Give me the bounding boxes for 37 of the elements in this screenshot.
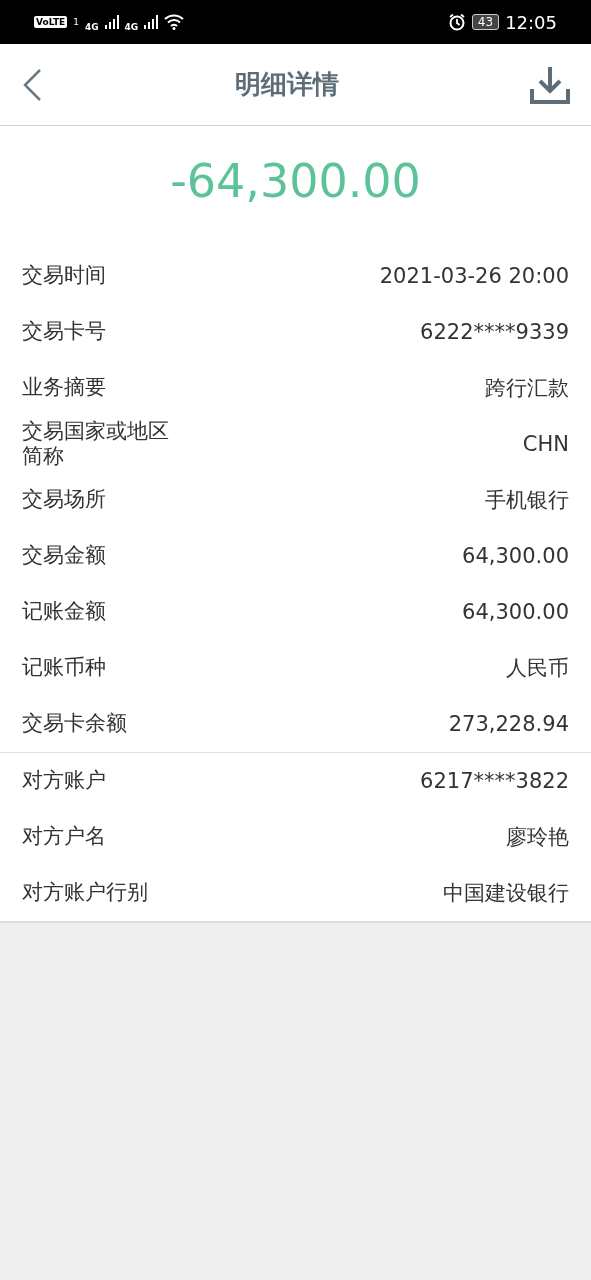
volte-indicator: VoLTE xyxy=(34,16,68,28)
wifi-icon xyxy=(164,14,185,30)
field-value: 2021-03-26 20:00 xyxy=(379,264,569,288)
field-value: 廖玲艳 xyxy=(506,824,569,851)
field-value: 64,300.00 xyxy=(462,600,569,624)
network-type: 4G xyxy=(84,22,99,32)
field-value: 273,228.94 xyxy=(448,712,569,736)
field-label: 交易国家或地区简称 xyxy=(22,418,170,470)
signal-icon xyxy=(104,15,119,29)
sim-number: 1 xyxy=(73,17,79,27)
field-label: 交易金额 xyxy=(22,543,107,569)
signal-icon xyxy=(144,15,159,29)
field-value: 跨行汇款 xyxy=(485,375,569,402)
field-value: 6222****9339 xyxy=(420,320,569,344)
field-value: 手机银行 xyxy=(485,487,569,514)
field-label: 交易场所 xyxy=(22,487,107,513)
network-type: 4G xyxy=(124,22,139,32)
field-label: 记账币种 xyxy=(22,655,107,681)
download-button[interactable] xyxy=(529,64,571,105)
field-label: 对方账户行别 xyxy=(22,880,149,906)
field-value: 人民币 xyxy=(506,655,569,682)
alarm-icon xyxy=(447,13,466,31)
field-label: 交易卡余额 xyxy=(22,711,128,737)
field-value: CHN xyxy=(522,432,569,456)
transaction-amount: -64,300.00 xyxy=(170,154,421,208)
field-label: 交易时间 xyxy=(22,263,107,289)
clock-time: 12:05 xyxy=(505,11,557,33)
field-value: 中国建设银行 xyxy=(443,880,569,907)
field-value: 6217****3822 xyxy=(420,769,569,793)
field-label: 记账金额 xyxy=(22,599,107,625)
field-value: 64,300.00 xyxy=(462,544,569,568)
field-label: 对方账户 xyxy=(22,768,107,794)
battery-level: 43 xyxy=(471,14,500,30)
page-title: 明细详情 xyxy=(234,68,339,101)
field-label: 交易卡号 xyxy=(22,319,107,345)
field-label: 业务摘要 xyxy=(22,375,107,401)
field-label: 对方户名 xyxy=(22,824,107,850)
